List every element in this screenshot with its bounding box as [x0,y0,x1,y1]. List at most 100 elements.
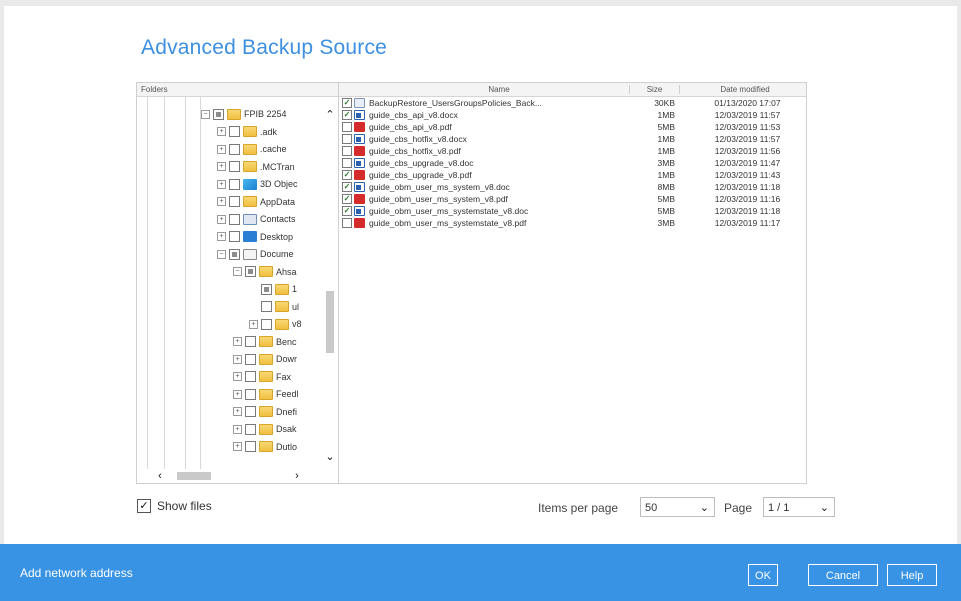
collapse-icon[interactable]: − [201,109,210,119]
tree-node-checkbox[interactable] [229,126,240,137]
items-per-page-select[interactable]: 50 ⌄ [640,497,715,517]
tree-node[interactable]: + AppData [217,194,295,210]
tree-horizontal-scrollbar[interactable]: ‹ › [137,469,339,483]
file-row[interactable]: ✓ guide_obm_user_ms_system_v8.pdf 5MB 12/03… [339,193,806,205]
tree-node-checkbox[interactable] [245,371,256,382]
tree-hscroll-thumb[interactable] [177,472,211,480]
scroll-right-icon[interactable]: › [290,470,304,482]
file-row[interactable]: guide_cbs_api_v8.pdf 5MB 12/03/2019 11:53 [339,121,806,133]
tree-node[interactable]: + Dsak [233,421,297,437]
file-checkbox[interactable]: ✓ [342,170,352,180]
tree-node-checkbox[interactable] [229,231,240,242]
file-row[interactable]: ✓ guide_cbs_api_v8.docx 1MB 12/03/2019 11:5… [339,109,806,121]
tree-node-checkbox[interactable] [229,143,240,155]
tree-node-checkbox[interactable] [229,248,240,260]
expand-icon[interactable]: + [233,389,242,399]
tree-node-checkbox[interactable] [261,318,272,330]
file-row[interactable]: ✓ guide_cbs_upgrade_v8.pdf 1MB 12/03/2019 1… [339,169,806,181]
tree-node[interactable]: 1 [249,281,297,297]
tree-node[interactable]: + Contacts [217,211,296,227]
tree-node[interactable]: + .cache [217,141,287,157]
file-row[interactable]: guide_obm_user_ms_systemstate_v8.pdf 3MB 1… [339,217,806,229]
expand-icon[interactable]: + [217,144,226,154]
tree-node-checkbox[interactable] [229,178,240,190]
file-row[interactable]: ✓ BackupRestore_UsersGroupsPolicies_Back.… [339,97,806,109]
tree-node[interactable]: + Dnefi [233,404,297,420]
tree-node-checkbox[interactable] [245,388,256,400]
file-row[interactable]: guide_cbs_hotfix_v8.docx 1MB 12/03/2019 11… [339,133,806,145]
tree-node-checkbox[interactable] [229,196,240,207]
ok-button[interactable]: OK [748,564,778,586]
size-column-header[interactable]: Size [632,83,677,96]
expand-icon[interactable]: + [217,162,226,171]
tree-node-checkbox[interactable] [229,161,240,172]
tree-scroll-thumb[interactable] [326,291,334,353]
tree-node-checkbox[interactable] [245,336,256,347]
show-files-checkbox[interactable]: ✓ [137,499,151,513]
tree-node[interactable]: ul [249,299,299,315]
tree-node-checkbox[interactable] [229,213,240,225]
tree-node[interactable]: + Benc [233,334,297,350]
expand-icon[interactable]: + [217,127,226,136]
tree-node-checkbox[interactable] [261,283,272,295]
file-checkbox[interactable]: ✓ [342,110,352,120]
file-checkbox[interactable]: ✓ [342,206,352,216]
expand-icon[interactable]: + [217,232,226,241]
file-row[interactable]: guide_cbs_hotfix_v8.pdf 1MB 12/03/2019 11:… [339,145,806,157]
scroll-down-icon[interactable]: ⌄ [323,451,337,463]
file-checkbox[interactable] [342,146,352,156]
help-button[interactable]: Help [887,564,937,586]
tree-node-checkbox[interactable] [261,301,272,312]
tree-vertical-scrollbar[interactable]: ⌃ ⌄ [323,109,337,469]
tree-node[interactable]: − FPIB 2254 [201,106,287,122]
expand-icon[interactable]: + [233,337,242,346]
tree-node[interactable]: + Fax [233,369,291,385]
cancel-button[interactable]: Cancel [808,564,878,586]
expand-icon[interactable]: + [217,214,226,224]
tree-node[interactable]: + .MCTran [217,159,295,175]
expand-icon[interactable]: + [233,407,242,416]
tree-node-checkbox[interactable] [245,266,256,277]
tree-node-checkbox[interactable] [245,353,256,365]
tree-node[interactable]: + v8 [249,316,302,332]
show-files-option[interactable]: ✓ Show files [137,499,212,513]
collapse-icon[interactable]: − [217,249,226,259]
expand-icon[interactable]: + [217,197,226,206]
column-divider[interactable] [679,85,680,94]
expand-icon[interactable]: + [233,354,242,364]
tree-node-checkbox[interactable] [213,108,224,120]
expand-icon[interactable]: + [249,319,258,329]
tree-node[interactable]: + Desktop [217,229,293,245]
file-row[interactable]: guide_cbs_upgrade_v8.doc 3MB 12/03/2019 11… [339,157,806,169]
tree-node[interactable]: +3D Objec [217,176,298,192]
file-checkbox[interactable]: ✓ [342,194,352,204]
tree-node[interactable]: + Dowr [233,351,297,367]
expand-icon[interactable]: + [233,372,242,381]
date-column-header[interactable]: Date modified [689,83,801,96]
column-divider[interactable] [629,85,630,94]
tree-node[interactable]: − Ahsa [233,264,297,280]
expand-icon[interactable]: + [233,442,242,451]
tree-node-checkbox[interactable] [245,423,256,435]
name-column-header[interactable]: Name [369,83,629,96]
file-checkbox[interactable] [342,122,352,132]
file-row[interactable]: ✓ guide_obm_user_ms_systemstate_v8.doc 5MB… [339,205,806,217]
tree-node-checkbox[interactable] [245,441,256,452]
tree-node[interactable]: + .adk [217,124,277,140]
tree-node[interactable]: − Docume [217,246,294,262]
file-checkbox[interactable]: ✓ [342,182,352,192]
scroll-up-icon[interactable]: ⌃ [323,109,337,121]
file-checkbox[interactable] [342,218,352,228]
page-select[interactable]: 1 / 1 ⌄ [763,497,835,517]
file-checkbox[interactable] [342,134,352,144]
tree-node[interactable]: + Dutlo [233,439,297,455]
tree-node-checkbox[interactable] [245,406,256,417]
tree-node[interactable]: + Feedl [233,386,299,402]
collapse-icon[interactable]: − [233,267,242,276]
add-network-address-link[interactable]: Add network address [20,566,133,580]
file-checkbox[interactable]: ✓ [342,98,352,108]
file-checkbox[interactable] [342,158,352,168]
expand-icon[interactable]: + [233,424,242,434]
scroll-left-icon[interactable]: ‹ [153,470,167,482]
expand-icon[interactable]: + [217,179,226,189]
